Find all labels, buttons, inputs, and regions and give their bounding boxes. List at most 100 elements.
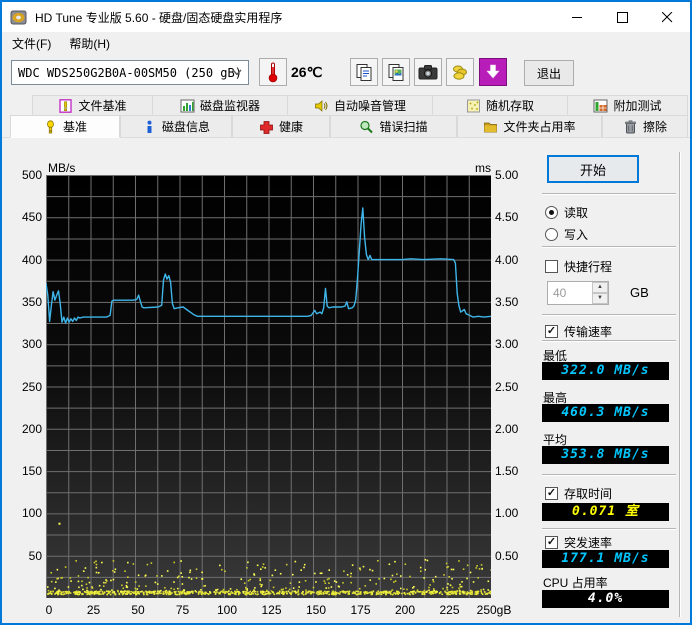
x-tick: 100 <box>216 603 238 617</box>
x-tick: 225 <box>439 603 460 617</box>
maximize-button[interactable] <box>600 2 645 32</box>
temperature-value: 26℃ <box>291 64 323 80</box>
tab-label: 随机存取 <box>485 99 534 113</box>
burst-rate-row[interactable]: ✓ 突发速率 <box>545 534 612 551</box>
maximize-icon <box>617 11 628 23</box>
y-left-tick: 500 <box>21 168 42 182</box>
tab-label: 基准 <box>62 120 87 134</box>
temperature-button[interactable] <box>259 58 287 86</box>
write-radio-label: 写入 <box>564 228 589 242</box>
tab-disk-info[interactable]: 磁盘信息 <box>120 115 232 138</box>
minimize-icon <box>572 16 582 18</box>
cpu-label: CPU 占用率 <box>543 576 608 590</box>
access-time-checkbox[interactable]: ✓ <box>545 487 558 500</box>
spinner-up-button[interactable]: ▲ <box>592 282 608 293</box>
tab-benchmark[interactable]: 基准 <box>10 115 120 138</box>
update-button[interactable] <box>479 58 507 86</box>
plot-canvas <box>46 175 491 598</box>
copy-image-button[interactable] <box>382 58 410 86</box>
tab-label: 健康 <box>278 120 303 134</box>
short-stroke-unit: GB <box>630 285 649 300</box>
short-stroke-row[interactable]: 快捷行程 <box>545 258 612 275</box>
tab-label: 附加测试 <box>613 99 662 113</box>
exit-button[interactable]: 退出 <box>524 60 574 86</box>
tab-erase[interactable]: 擦除 <box>602 115 688 138</box>
tab-file-benchmark[interactable]: 文件基准 <box>32 95 153 116</box>
tab-random-access[interactable]: 随机存取 <box>432 95 568 116</box>
tab-label: 文件夹占用率 <box>503 120 576 134</box>
tab-label: 磁盘信息 <box>161 120 210 134</box>
x-tick: 25 <box>86 603 101 617</box>
write-radio[interactable] <box>545 228 558 241</box>
read-radio[interactable] <box>545 206 558 219</box>
burst-rate-checkbox[interactable]: ✓ <box>545 536 558 549</box>
start-button[interactable]: 开始 <box>547 155 639 183</box>
download-arrow-icon <box>486 64 500 79</box>
cpu-value-display: 4.0% <box>542 590 669 608</box>
error-scan-icon <box>360 120 374 133</box>
tab-label: 磁盘监视器 <box>199 99 260 113</box>
avg-value-display: 353.8 MB/s <box>542 446 669 464</box>
spinner-down-button[interactable]: ▼ <box>592 293 608 304</box>
y-right-tick: 2.50 <box>495 379 519 394</box>
y-right-tick: 3.00 <box>495 337 519 352</box>
y-right-tick: 4.00 <box>495 252 519 267</box>
transfer-rate-checkbox[interactable]: ✓ <box>545 325 558 338</box>
y-left-tick: 350 <box>21 294 42 309</box>
tab-extra-tests[interactable]: 附加测试 <box>567 95 688 116</box>
x-tick: 250gB <box>476 603 512 617</box>
x-tick: 50 <box>131 603 145 617</box>
thermometer-icon <box>268 62 278 83</box>
access-time-display: 0.071 室 <box>542 503 669 521</box>
short-stroke-input[interactable] <box>548 282 592 304</box>
min-value-display: 322.0 MB/s <box>542 362 669 380</box>
title-bar: HD Tune 专业版 5.60 - 硬盘/固态硬盘实用程序 <box>2 2 690 32</box>
x-tick: 0 <box>45 603 53 617</box>
copy-text-icon <box>356 63 371 81</box>
app-icon <box>10 10 27 24</box>
y-left-tick: 400 <box>21 252 42 267</box>
read-radio-row[interactable]: 读取 <box>545 204 588 221</box>
copy-image-icon <box>388 63 403 81</box>
benchmark-plot <box>46 175 491 598</box>
disk-monitor-icon <box>180 99 195 112</box>
tab-label: 文件基准 <box>78 99 127 113</box>
donate-button[interactable] <box>446 58 474 86</box>
separator <box>542 528 676 530</box>
benchmark-icon <box>47 119 54 133</box>
y-left-unit: MB/s <box>48 161 76 175</box>
speaker-icon <box>315 99 328 112</box>
access-time-row[interactable]: ✓ 存取时间 <box>545 485 612 502</box>
start-button-label: 开始 <box>579 162 606 178</box>
close-button[interactable] <box>645 2 690 32</box>
tab-disk-monitor[interactable]: 磁盘监视器 <box>152 95 288 116</box>
screenshot-button[interactable] <box>414 58 442 86</box>
y-right-tick: 3.50 <box>495 294 519 309</box>
copy-text-button[interactable] <box>350 58 378 86</box>
tab-aam[interactable]: 自动噪音管理 <box>287 95 433 116</box>
y-left-tick: 50 <box>28 548 42 563</box>
drive-select[interactable]: WDC WDS250G2B0A-00SM50 (250 gB) <box>11 60 249 85</box>
short-stroke-label: 快捷行程 <box>564 260 613 274</box>
tab-error-scan[interactable]: 错误扫描 <box>330 115 457 138</box>
file-benchmark-icon <box>59 98 73 113</box>
write-radio-row[interactable]: 写入 <box>545 226 588 243</box>
menu-help[interactable]: 帮助(H) <box>61 32 118 55</box>
tab-health[interactable]: 健康 <box>232 115 330 138</box>
tab-folder-usage[interactable]: 文件夹占用率 <box>457 115 602 138</box>
minimize-button[interactable] <box>555 2 600 32</box>
short-stroke-checkbox[interactable] <box>545 260 558 273</box>
random-access-icon <box>466 99 480 112</box>
y-right-unit: ms <box>475 161 491 175</box>
chevron-down-icon <box>232 69 242 76</box>
menu-file[interactable]: 文件(F) <box>4 32 59 55</box>
camera-icon <box>418 65 438 80</box>
extra-tests-icon <box>593 99 608 112</box>
trash-icon <box>625 120 636 133</box>
tab-label: 错误扫描 <box>379 120 428 134</box>
x-tick: 150 <box>305 603 327 617</box>
panel-vertical-separator <box>679 152 681 617</box>
transfer-rate-row[interactable]: ✓ 传输速率 <box>545 323 612 340</box>
max-value-display: 460.3 MB/s <box>542 404 669 422</box>
transfer-rate-label: 传输速率 <box>564 325 613 339</box>
